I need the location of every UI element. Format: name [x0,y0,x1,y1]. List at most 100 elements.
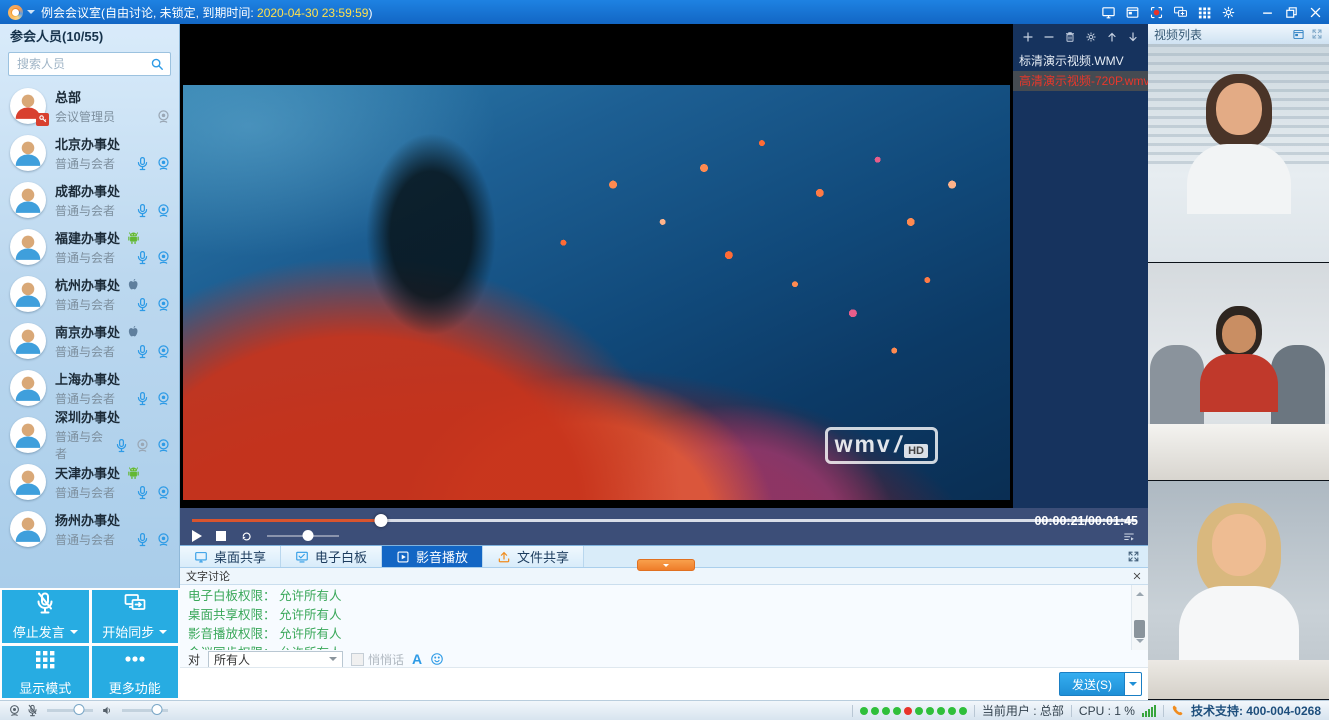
participant-row[interactable]: 总部 会议管理员 [0,82,179,129]
participant-row[interactable]: 福建办事处 普通与会者 [0,223,179,270]
scroll-thumb[interactable] [1134,620,1145,638]
send-button[interactable]: 发送(S) [1059,672,1125,696]
participant-row[interactable]: 深圳办事处 普通与会者 [0,411,179,458]
trash-icon[interactable] [1064,31,1076,43]
video-thumbnail[interactable] [1148,44,1329,263]
chat-message-list[interactable]: 电子白板权限： 允许所有人 桌面共享权限： 允许所有人 影音播放权限： 允许所有… [180,585,1131,650]
video-mode-icon[interactable] [1292,28,1305,41]
webcam-icon[interactable] [156,532,171,547]
action-button[interactable]: 停止发言 [2,590,89,643]
status-dot [871,707,879,715]
action-button[interactable]: 开始同步 [92,590,179,643]
video-thumbnail[interactable] [1148,263,1329,482]
participant-row[interactable]: 上海办事处 普通与会者 [0,364,179,411]
font-style-button[interactable]: A [412,651,422,667]
webcam-icon[interactable] [156,485,171,500]
webcam-status-icon[interactable] [8,704,21,717]
slider-handle[interactable] [74,704,85,715]
webcam-icon[interactable] [156,156,171,171]
video-thumbnail[interactable] [1148,481,1329,700]
playlist-item[interactable]: 高清演示视频-720P.wmv 删除 [1013,71,1148,91]
video-content[interactable]: wmv / HD [183,85,1010,500]
webcam-gray-icon[interactable] [135,438,150,453]
mic-icon[interactable] [114,438,129,453]
participant-row[interactable]: 杭州办事处 普通与会者 [0,270,179,317]
playlist-item[interactable]: 标清演示视频.WMV [1013,51,1148,71]
webcam-icon[interactable] [156,203,171,218]
seek-bar[interactable] [192,519,1136,522]
mic-muted-icon[interactable] [26,704,39,717]
mic-icon[interactable] [135,203,150,218]
mic-icon[interactable] [135,532,150,547]
replay-loop-icon[interactable] [240,530,253,543]
volume-slider[interactable] [267,535,339,537]
chevron-down-icon[interactable] [27,10,35,18]
record-icon[interactable] [1149,5,1164,20]
participant-search[interactable] [8,52,171,76]
checkbox[interactable] [351,653,364,666]
chat-close-icon[interactable] [1132,571,1142,581]
webcam-icon[interactable] [156,438,171,453]
stop-button[interactable] [216,531,226,541]
add-media-icon[interactable] [1022,31,1034,43]
screen-share-icon[interactable] [1101,5,1116,20]
tab[interactable]: 影音播放 [382,546,483,567]
action-button[interactable]: 更多功能 [92,646,179,699]
action-button[interactable]: 显示模式 [2,646,89,699]
participant-row[interactable]: 北京办事处 普通与会者 [0,129,179,176]
mic-icon[interactable] [135,156,150,171]
play-button[interactable] [192,530,202,542]
webcam-gray-icon[interactable] [156,109,171,124]
mic-icon[interactable] [135,250,150,265]
chat-collapse-handle[interactable] [637,559,695,571]
move-up-icon[interactable] [1106,31,1118,43]
participant-row[interactable]: 天津办事处 普通与会者 [0,458,179,505]
tab[interactable]: 电子白板 [281,546,382,567]
participant-row[interactable]: 成都办事处 普通与会者 [0,176,179,223]
chat-input-area[interactable]: 发送(S) [180,667,1148,700]
playlist-toggle-icon[interactable] [1122,531,1136,543]
search-input[interactable] [15,56,150,72]
webcam-icon[interactable] [156,344,171,359]
search-icon[interactable] [150,57,164,71]
webcam-icon[interactable] [156,250,171,265]
participant-row[interactable]: 扬州办事处 普通与会者 [0,505,179,552]
mic-icon[interactable] [135,485,150,500]
chat-scrollbar[interactable] [1131,585,1148,650]
mic-icon[interactable] [135,391,150,406]
mic-volume-slider[interactable] [47,709,93,712]
participant-row[interactable]: 南京办事处 普通与会者 [0,317,179,364]
scroll-down-icon[interactable] [1136,639,1144,647]
maximize-button[interactable] [1284,5,1299,20]
webcam-icon[interactable] [156,391,171,406]
layout-grid-icon[interactable] [1197,5,1212,20]
speaker-icon[interactable] [101,704,114,717]
webcam-icon[interactable] [156,297,171,312]
send-options-dropdown[interactable] [1125,672,1142,696]
speaker-volume-slider[interactable] [122,709,168,712]
volume-handle[interactable] [303,530,314,541]
mic-icon[interactable] [135,344,150,359]
tab[interactable]: 桌面共享 [180,546,281,567]
participant-name: 深圳办事处 [55,407,120,426]
tab[interactable]: 文件共享 [483,546,584,567]
settings-gear-icon[interactable] [1221,5,1236,20]
expand-icon[interactable] [1311,28,1323,40]
remove-media-icon[interactable] [1043,31,1055,43]
window-mode-icon[interactable] [1125,5,1140,20]
more-icon [123,647,147,671]
playlist-settings-gear-icon[interactable] [1085,31,1097,43]
recipient-select[interactable]: 所有人 [208,651,343,668]
slider-handle[interactable] [151,704,162,715]
minimize-button[interactable] [1260,5,1275,20]
scroll-up-icon[interactable] [1136,588,1144,596]
emoji-icon[interactable] [430,652,444,666]
fullscreen-expand-icon[interactable] [1127,550,1140,563]
move-down-icon[interactable] [1127,31,1139,43]
seek-handle[interactable] [374,514,387,527]
close-button[interactable] [1308,5,1323,20]
mic-icon[interactable] [135,297,150,312]
participant-name: 北京办事处 [55,134,120,153]
whisper-checkbox[interactable]: 悄悄话 [351,651,404,668]
network-share-icon[interactable] [1173,5,1188,20]
